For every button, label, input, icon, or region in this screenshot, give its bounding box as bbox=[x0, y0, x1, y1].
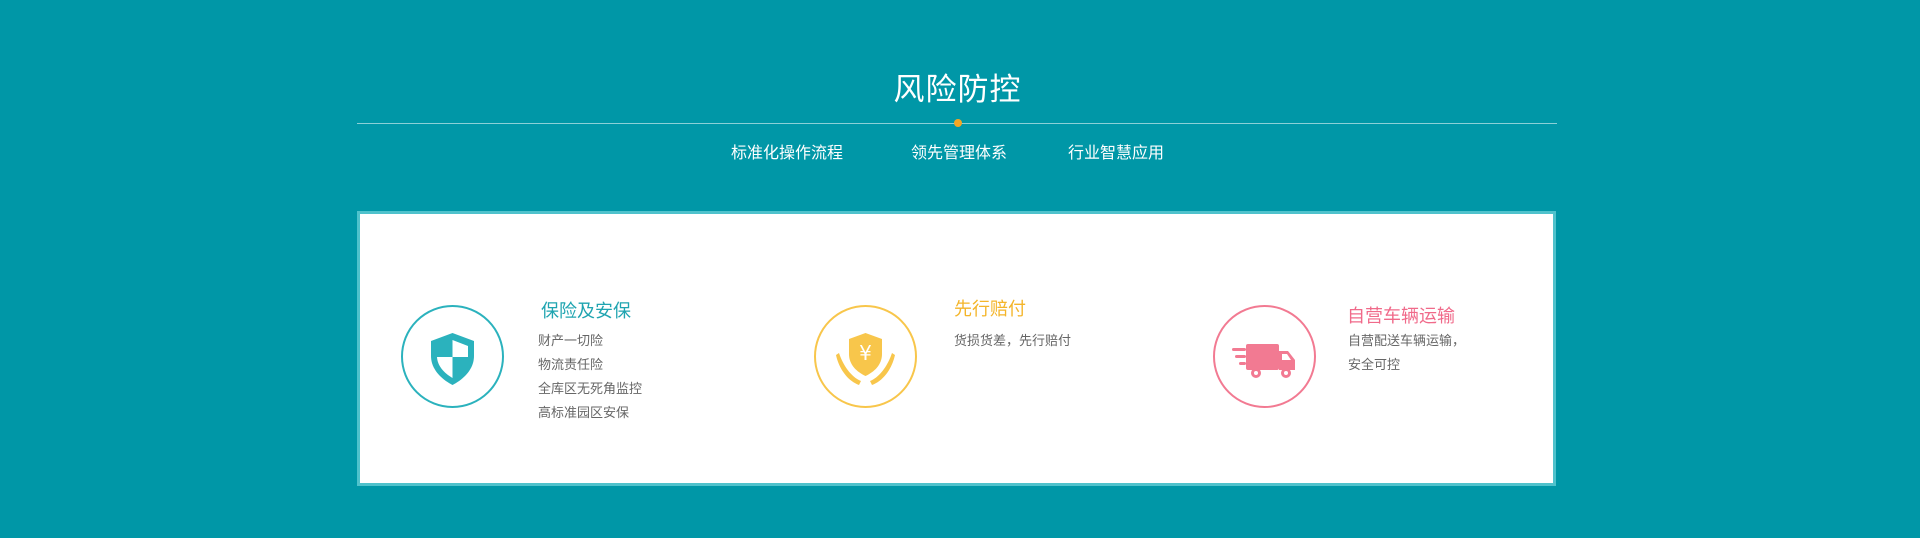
feature-line: 货损货差，先行赔付 bbox=[954, 334, 1072, 349]
hands-yen-icon: ¥ bbox=[814, 305, 917, 408]
svg-text:¥: ¥ bbox=[859, 341, 872, 365]
feature-line: 财产一切险 bbox=[538, 334, 604, 349]
truck-icon bbox=[1213, 305, 1316, 408]
feature-line: 安全可控 bbox=[1348, 358, 1401, 373]
feature-line: 自营配送车辆运输， bbox=[1348, 334, 1466, 349]
feature-title-advance-compensation: 先行赔付 bbox=[954, 299, 1026, 320]
section-title: 风险防控 bbox=[893, 72, 1022, 108]
feature-title-self-operated-transport: 自营车辆运输 bbox=[1347, 306, 1455, 327]
shield-icon bbox=[401, 305, 504, 408]
feature-title-insurance: 保险及安保 bbox=[541, 301, 631, 322]
feature-line: 高标准园区安保 bbox=[538, 406, 630, 421]
feature-line: 全库区无死角监控 bbox=[538, 382, 643, 397]
subnav-item-standard-process[interactable]: 标准化操作流程 bbox=[731, 142, 843, 164]
subnav-item-industry-application[interactable]: 行业智慧应用 bbox=[1068, 142, 1164, 164]
subnav-item-management-system[interactable]: 领先管理体系 bbox=[911, 142, 1007, 164]
feature-line: 物流责任险 bbox=[538, 358, 604, 373]
divider-dot bbox=[954, 119, 962, 127]
